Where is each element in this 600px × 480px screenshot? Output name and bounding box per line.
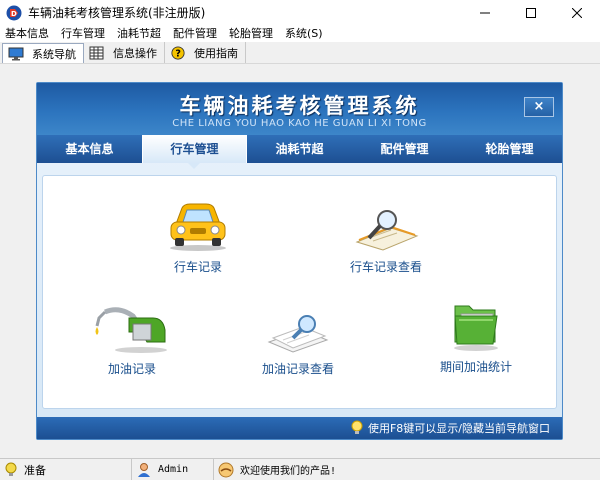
tool-tab-label: 信息操作 [113,46,157,60]
tab-basic-info[interactable]: 基本信息 [37,135,142,163]
title-bar: D 车辆油耗考核管理系统(非注册版) [0,0,600,25]
status-message: 欢迎使用我们的产品! [240,466,337,477]
minimize-button[interactable] [462,0,508,25]
user-icon [138,462,150,477]
maximize-button[interactable] [508,0,554,25]
item-label: 期间加油统计 [439,360,512,374]
handshake-icon [218,462,234,477]
current-user: Admin [158,464,189,475]
close-button[interactable] [554,0,600,25]
grid-icon [89,46,104,59]
main-area: 车辆油耗考核管理系统 CHE LIANG YOU HAO KAO HE GUAN… [0,64,600,458]
maximize-icon [526,7,536,18]
tab-driving[interactable]: 行车管理 [142,135,247,169]
status-cell-user: Admin [132,458,214,480]
help-icon: ? [171,45,185,60]
menu-bar: 基本信息 行车管理 油耗节超 配件管理 轮胎管理 系统(S) [0,25,600,42]
status-text: 准备 [24,463,46,477]
item-driving-record[interactable]: 行车记录 [133,198,263,275]
item-refuel-record-view[interactable]: 加油记录查看 [233,312,363,377]
menu-parts[interactable]: 配件管理 [167,25,223,42]
magnifier-document-icon [355,210,419,251]
fuel-nozzle-icon [95,307,167,353]
panel-subtitle: CHE LIANG YOU HAO KAO HE GUAN LI XI TONG [172,118,427,129]
item-refuel-record[interactable]: 加油记录 [67,302,197,377]
svg-text:D: D [11,10,17,18]
item-label: 行车记录 [173,260,222,274]
tab-tires[interactable]: 轮胎管理 [457,135,562,163]
status-bar: 准备 Admin 欢迎使用我们的产品! [0,458,600,480]
tab-parts[interactable]: 配件管理 [352,135,457,163]
menu-system[interactable]: 系统(S) [279,25,329,42]
item-driving-record-view[interactable]: 行车记录查看 [321,206,451,275]
search-papers-icon [267,315,329,353]
item-label: 加油记录查看 [261,362,334,376]
navigation-panel: 车辆油耗考核管理系统 CHE LIANG YOU HAO KAO HE GUAN… [36,82,563,440]
item-label: 行车记录查看 [349,260,422,274]
status-cell-message: 欢迎使用我们的产品! [214,459,336,480]
window-title: 车辆油耗考核管理系统(非注册版) [28,6,206,20]
status-cell-state: 准备 [0,458,132,480]
item-period-refuel-stats[interactable]: 期间加油统计 [411,296,541,375]
lightbulb-icon [351,420,363,434]
panel-tabs: 基本信息 行车管理 油耗节超 配件管理 轮胎管理 [37,135,562,169]
tool-tab-navigation[interactable]: 系统导航 [2,43,84,63]
minimize-icon [480,12,490,13]
menu-driving[interactable]: 行车管理 [55,25,111,42]
menu-basic-info[interactable]: 基本信息 [0,25,55,42]
panel-footer: 使用F8键可以显示/隐藏当前导航窗口 [37,417,562,439]
panel-close-button[interactable]: × [524,97,554,117]
footer-tip-text: 使用F8键可以显示/隐藏当前导航窗口 [367,422,550,435]
menu-tires[interactable]: 轮胎管理 [223,25,279,42]
green-folder-icon [454,305,498,351]
tab-fuel-saving[interactable]: 油耗节超 [247,135,352,163]
lightbulb-icon [5,462,17,476]
svg-text:?: ? [175,48,181,59]
footer-tip: 使用F8键可以显示/隐藏当前导航窗口 [351,420,550,436]
panel-title: 车辆油耗考核管理系统 [179,93,420,118]
toolbar: 系统导航 信息操作 ? 使用指南 [0,42,600,64]
tool-tab-label: 系统导航 [32,47,76,61]
item-label: 加油记录 [107,362,156,376]
panel-content: 行车记录 行车记录查看 加油记录 加油记录查看 期间加油统计 [42,175,557,409]
tool-tab-info-ops[interactable]: 信息操作 [84,42,165,63]
app-logo-icon: D [6,5,22,20]
tool-tab-label: 使用指南 [194,46,238,60]
car-icon [170,203,226,251]
tool-tab-guide[interactable]: ? 使用指南 [165,42,246,63]
monitor-icon [8,47,24,60]
menu-fuel-saving[interactable]: 油耗节超 [111,25,167,42]
panel-banner: 车辆油耗考核管理系统 CHE LIANG YOU HAO KAO HE GUAN… [37,83,562,135]
close-icon [572,7,582,18]
